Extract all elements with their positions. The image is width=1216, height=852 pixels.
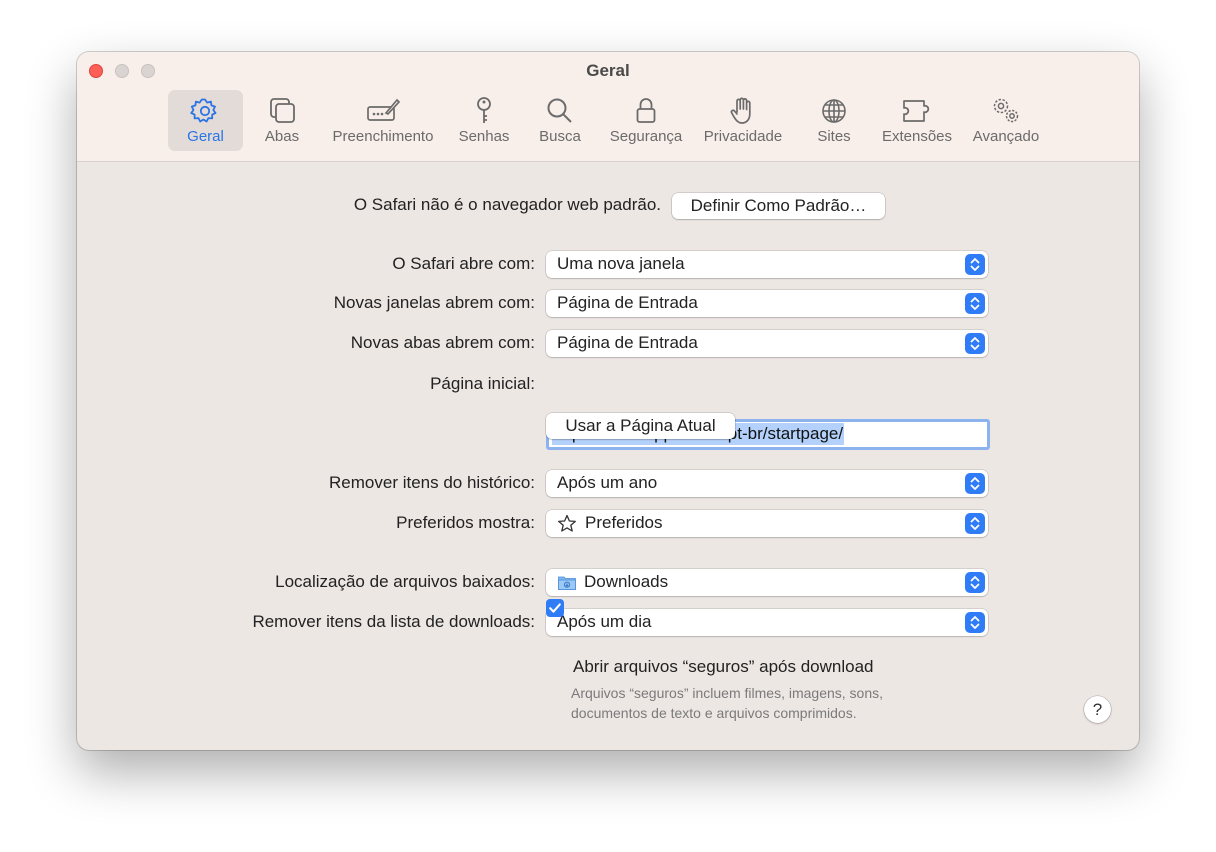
download-location-select[interactable]: Downloads [546, 569, 988, 596]
tab-label: Preenchimento [332, 128, 434, 145]
homepage-label: Página inicial: [430, 374, 535, 393]
tab-avancado[interactable]: Avançado [969, 90, 1043, 151]
default-browser-text: O Safari não é o navegador web padrão. [353, 195, 661, 214]
tab-geral[interactable]: Geral [168, 90, 243, 151]
tab-senhas[interactable]: Senhas [454, 90, 514, 151]
help-button[interactable]: ? [1084, 696, 1111, 723]
new-tabs-select[interactable]: Página de Entrada [546, 330, 988, 357]
new-windows-value: Página de Entrada [557, 293, 698, 312]
favorites-select[interactable]: Preferidos [546, 510, 988, 537]
star-icon [558, 514, 576, 532]
chevron-updown-icon [965, 612, 985, 633]
safe-files-hint-line2: documentos de texto e arquivos comprimid… [571, 705, 857, 721]
download-list-value: Após um dia [557, 612, 652, 631]
open-safe-files-label[interactable]: Abrir arquivos “seguros” após download [573, 657, 874, 677]
chevron-updown-icon [965, 513, 985, 534]
chevron-updown-icon [965, 254, 985, 275]
gear-icon [190, 98, 217, 123]
new-windows-label: Novas janelas abrem com: [333, 293, 535, 312]
tab-extensoes[interactable]: Extensões [877, 90, 957, 151]
tab-label: Segurança [609, 128, 683, 145]
set-default-button[interactable]: Definir Como Padrão… [672, 193, 885, 219]
tab-abas[interactable]: Abas [256, 90, 308, 151]
tabs-icon [270, 98, 295, 123]
gears-icon [993, 98, 1019, 123]
preferences-window: Geral Geral Abas Preenchimento Senhas Bu… [77, 52, 1139, 750]
key-icon [477, 97, 491, 123]
chevron-updown-icon [965, 333, 985, 354]
download-list-label: Remover itens da lista de downloads: [252, 612, 535, 631]
open-safe-files-checkbox[interactable] [546, 599, 564, 617]
tab-label: Sites [817, 128, 851, 145]
tab-busca[interactable]: Busca [532, 90, 588, 151]
tab-label: Extensões [881, 128, 953, 145]
favorites-value: Preferidos [585, 513, 663, 532]
new-tabs-label: Novas abas abrem com: [350, 333, 535, 352]
opens-with-select[interactable]: Uma nova janela [546, 251, 988, 278]
tab-preenchimento[interactable]: Preenchimento [326, 90, 440, 151]
toolbar: Geral Geral Abas Preenchimento Senhas Bu… [77, 52, 1139, 162]
new-tabs-value: Página de Entrada [557, 333, 698, 352]
tab-label: Abas [264, 128, 300, 145]
hand-icon [730, 97, 751, 124]
tab-sites[interactable]: Sites [810, 90, 858, 151]
globe-icon [822, 99, 846, 123]
checkmark-icon [549, 603, 561, 613]
use-current-page-button[interactable]: Usar a Página Atual [546, 413, 735, 439]
history-select[interactable]: Após um ano [546, 470, 988, 497]
tab-privacidade[interactable]: Privacidade [699, 90, 787, 151]
new-windows-select[interactable]: Página de Entrada [546, 290, 988, 317]
opens-with-value: Uma nova janela [557, 254, 685, 273]
puzzle-icon [903, 100, 930, 122]
chevron-updown-icon [965, 293, 985, 314]
window-title: Geral [586, 61, 630, 80]
tab-label: Privacidade [703, 128, 783, 145]
tab-label: Senhas [458, 128, 510, 145]
download-location-label: Localização de arquivos baixados: [275, 572, 535, 591]
history-label: Remover itens do histórico: [329, 473, 535, 492]
tab-label: Avançado [972, 128, 1040, 145]
history-value: Após um ano [557, 473, 658, 492]
general-pane: O Safari não é o navegador web padrão. D… [77, 162, 1139, 750]
chevron-updown-icon [965, 572, 985, 593]
chevron-updown-icon [965, 473, 985, 494]
folder-icon [558, 576, 576, 590]
tab-seguranca[interactable]: Segurança [606, 90, 686, 151]
download-list-select[interactable]: Após um dia [546, 609, 988, 636]
search-icon [547, 98, 572, 123]
safe-files-hint-line1: Arquivos “seguros” incluem filmes, image… [571, 685, 884, 701]
tab-label: Geral [187, 128, 224, 145]
opens-with-label: O Safari abre com: [392, 254, 535, 273]
favorites-label: Preferidos mostra: [396, 513, 535, 532]
tab-label: Busca [539, 128, 581, 145]
download-location-value: Downloads [584, 572, 669, 591]
lock-icon [636, 98, 656, 123]
autofill-icon [367, 98, 400, 121]
